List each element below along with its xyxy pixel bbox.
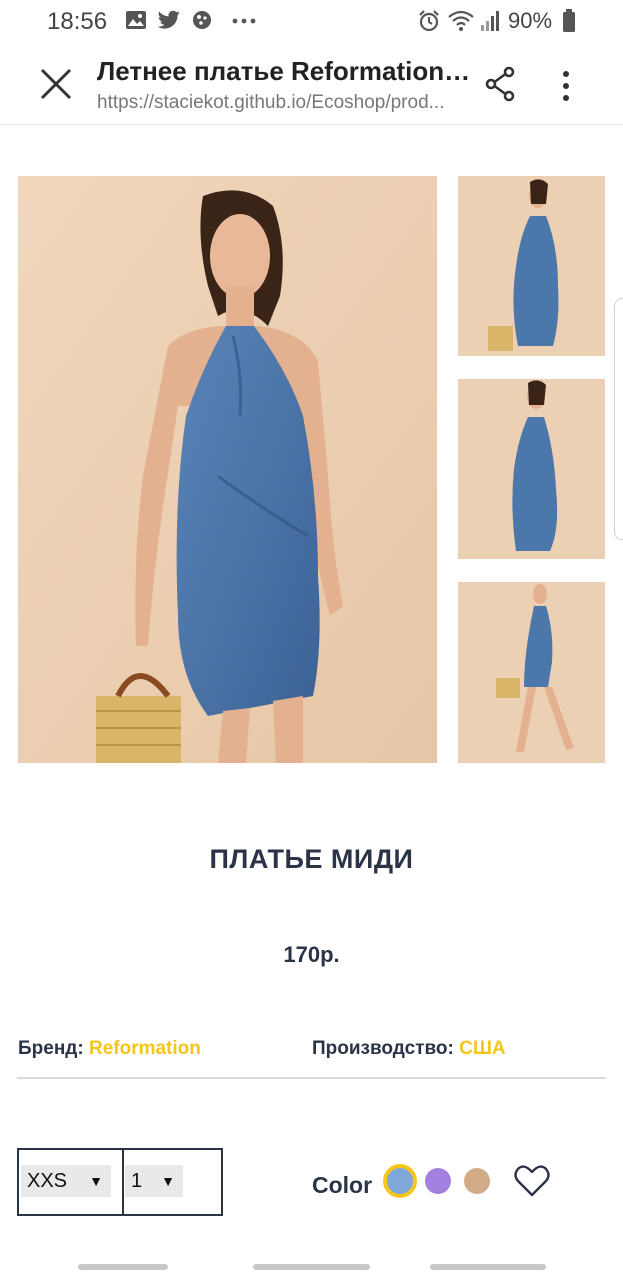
nav-hint-right	[430, 1264, 546, 1270]
dropdown-arrow-icon: ▼	[161, 1173, 175, 1189]
settings-app-icon	[193, 11, 211, 29]
signal-icon	[481, 11, 499, 31]
page-url: https://staciekot.github.io/Ecoshop/prod…	[97, 92, 445, 113]
product-thumbnail-3[interactable]	[458, 582, 605, 763]
more-options-icon[interactable]	[556, 68, 576, 104]
browser-toolbar: Летнее платье Reformation к... https://s…	[0, 44, 623, 125]
product-name: ПЛАТЬЕ МИДИ	[209, 844, 414, 874]
brand-info: Бренд: Reformation	[18, 1038, 201, 1060]
status-bar: 18:56 90%	[0, 0, 623, 44]
product-main-image[interactable]	[18, 176, 437, 763]
gallery-icon	[126, 11, 146, 29]
battery-icon	[563, 9, 575, 32]
color-swatch-purple[interactable]	[425, 1168, 451, 1194]
origin-label: Производство:	[312, 1038, 454, 1059]
origin-value: США	[459, 1038, 506, 1059]
options-box: XXS ▼ 1 ▼	[17, 1148, 223, 1216]
more-dots-icon	[232, 18, 256, 24]
options-separator	[122, 1150, 124, 1214]
color-label: Color	[312, 1172, 373, 1198]
quantity-select[interactable]: 1 ▼	[125, 1165, 183, 1197]
quantity-select-value: 1	[131, 1170, 143, 1192]
product-thumbnail-1[interactable]	[458, 176, 605, 356]
heart-icon[interactable]	[514, 1164, 550, 1198]
brand-label: Бренд:	[18, 1038, 84, 1059]
battery-percent: 90%	[508, 8, 553, 33]
page-title: Летнее платье Reformation к...	[97, 56, 477, 86]
dropdown-arrow-icon: ▼	[89, 1173, 103, 1189]
wifi-icon	[448, 10, 474, 31]
nav-hint-center	[253, 1264, 370, 1270]
divider	[17, 1077, 606, 1079]
share-icon[interactable]	[484, 66, 516, 102]
color-swatch-blue[interactable]	[383, 1164, 417, 1198]
alarm-icon	[419, 10, 439, 32]
size-select[interactable]: XXS ▼	[21, 1165, 111, 1197]
nav-hint-left	[78, 1264, 168, 1270]
size-select-value: XXS	[27, 1170, 68, 1192]
twitter-icon	[157, 10, 180, 29]
status-time: 18:56	[47, 8, 108, 35]
scroll-handle[interactable]	[614, 298, 623, 540]
product-thumbnail-2[interactable]	[458, 379, 605, 559]
close-icon[interactable]	[38, 66, 74, 102]
product-price: 170р.	[283, 942, 340, 967]
color-swatch-beige[interactable]	[464, 1168, 490, 1194]
origin-info: Производство: США	[312, 1038, 506, 1060]
brand-value[interactable]: Reformation	[89, 1038, 201, 1059]
